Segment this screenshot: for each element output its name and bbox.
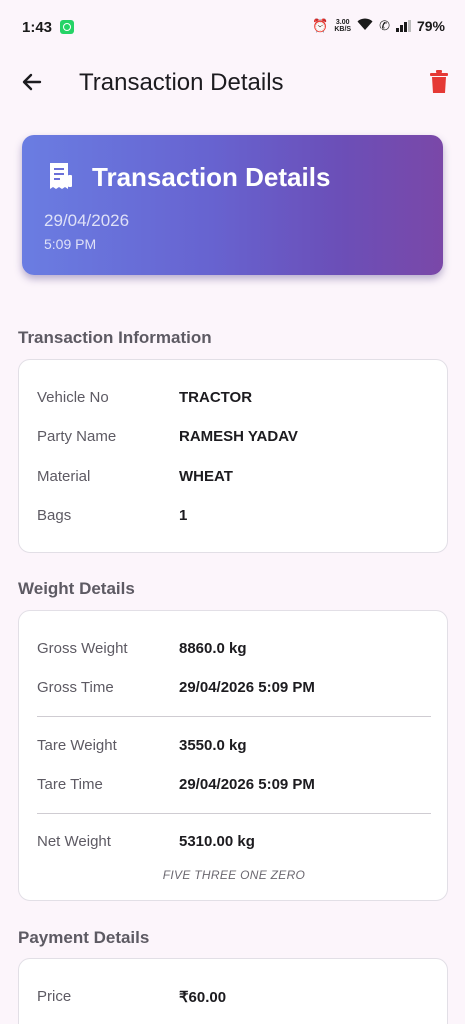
weight-value: 8860.0 kg (179, 640, 247, 657)
network-speed-unit: KB/S (334, 26, 352, 33)
info-label: Vehicle No (37, 389, 109, 406)
info-row-bags: Bags 1 (37, 507, 431, 529)
header-time: 5:09 PM (44, 236, 97, 252)
payment-label: Price (37, 988, 72, 1005)
weight-value: 29/04/2026 5:09 PM (179, 776, 315, 793)
arrow-back-icon[interactable] (18, 68, 46, 96)
wifi-icon (357, 18, 373, 34)
divider (37, 813, 431, 814)
transaction-info-title: Transaction Information (18, 328, 212, 347)
info-value: TRACTOR (179, 389, 253, 406)
header-title: Transaction Details (92, 162, 331, 192)
weight-row-gross: Gross Weight 8860.0 kg (37, 640, 431, 662)
payment-row-price: Price ₹60.00 (37, 988, 431, 1010)
transaction-info-card: Vehicle No TRACTOR Party Name RAMESH YAD… (18, 359, 448, 553)
page-title: Transaction Details (79, 69, 284, 96)
info-value: 1 (179, 507, 188, 524)
weight-row-net: Net Weight 5310.00 kg (37, 833, 431, 855)
receipt-icon (46, 161, 74, 191)
payment-value: ₹60.00 (179, 989, 227, 1006)
info-row-party: Party Name RAMESH YADAV (37, 428, 431, 450)
weight-row-tare-time: Tare Time 29/04/2026 5:09 PM (37, 776, 431, 798)
battery-percent: 79% (416, 18, 445, 34)
weight-label: Gross Time (37, 679, 114, 696)
app-bar: Transaction Details (0, 56, 465, 112)
alarm-icon: ⏰ (312, 18, 329, 33)
weight-label: Tare Time (37, 776, 103, 793)
transaction-header-card: Transaction Details 29/04/2026 5:09 PM (22, 135, 443, 275)
status-icons: ⏰ 3.00 KB/S ✆ 79% (312, 18, 445, 34)
signal-icon (395, 20, 411, 32)
info-row-vehicle: Vehicle No TRACTOR (37, 389, 431, 411)
info-label: Bags (37, 507, 72, 524)
payment-details-card: Price ₹60.00 (18, 958, 448, 1024)
weight-details-title: Weight Details (18, 579, 135, 598)
info-value: RAMESH YADAV (179, 428, 298, 445)
header-date: 29/04/2026 (44, 211, 130, 230)
weight-label: Net Weight (37, 833, 111, 850)
network-speed-value: 3.00 (335, 19, 350, 26)
status-time: 1:43 (22, 19, 53, 36)
wifi-call-icon: ✆ (379, 18, 390, 33)
divider (37, 716, 431, 717)
weight-value: 29/04/2026 5:09 PM (179, 679, 315, 696)
weight-label: Tare Weight (37, 737, 117, 754)
network-speed: 3.00 KB/S (334, 19, 351, 33)
info-label: Material (37, 468, 91, 485)
weight-value: 3550.0 kg (179, 737, 247, 754)
net-weight-value: 5310.00 kg (179, 833, 255, 850)
net-weight-in-words: FIVE THREE ONE ZERO (162, 868, 306, 882)
info-label: Party Name (37, 428, 117, 445)
weight-row-tare: Tare Weight 3550.0 kg (37, 737, 431, 759)
info-value: WHEAT (179, 468, 233, 485)
info-row-material: Material WHEAT (37, 468, 431, 490)
weight-row-gross-time: Gross Time 29/04/2026 5:09 PM (37, 679, 431, 701)
weight-details-card: Gross Weight 8860.0 kg Gross Time 29/04/… (18, 610, 448, 901)
payment-details-title: Payment Details (18, 928, 150, 947)
weight-label: Gross Weight (37, 640, 128, 657)
trash-icon[interactable] (429, 70, 449, 94)
status-bar: 1:43 ⏰ 3.00 KB/S ✆ 79% (0, 0, 465, 56)
whatsapp-icon (60, 20, 74, 34)
